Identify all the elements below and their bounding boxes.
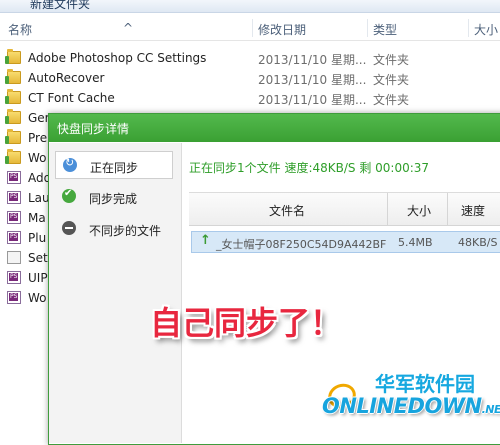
column-header-size[interactable]: 大小 xyxy=(474,21,498,38)
watermark-tld: .NET xyxy=(481,403,500,416)
sync-status-text: 正在同步1个文件 速度:48KB/S 剩 00:00:37 xyxy=(189,161,430,175)
column-header-filename[interactable]: 文件名 xyxy=(269,202,305,219)
new-folder-button[interactable]: 新建文件夹 xyxy=(30,0,90,12)
column-divider[interactable] xyxy=(468,19,469,37)
psp-file-icon xyxy=(7,271,21,284)
file-type: 文件夹 xyxy=(373,73,410,87)
list-item[interactable]: CT Font Cache 2013/11/10 星期... 文件夹 xyxy=(0,88,500,108)
column-divider[interactable] xyxy=(252,19,253,37)
nav-item-unsynced-files[interactable]: 不同步的文件 xyxy=(55,215,173,243)
list-item[interactable]: Adobe Photoshop CC Settings 2013/11/10 星期… xyxy=(0,48,500,68)
column-divider[interactable] xyxy=(367,19,368,37)
nav-item-label: 同步完成 xyxy=(89,192,138,206)
psp-file-icon xyxy=(7,291,21,304)
psp-file-icon xyxy=(7,171,21,184)
watermark-en-text: ONLINEDOWN xyxy=(322,394,482,418)
file-name: Adobe Photoshop CC Settings xyxy=(28,51,207,65)
file-name: Plu xyxy=(28,231,47,245)
check-icon xyxy=(62,188,76,203)
overlay-caption: 自己同步了！ xyxy=(150,304,343,342)
dialog-sidebar: 正在同步 同步完成 不同步的文件 xyxy=(49,143,182,443)
folder-icon xyxy=(5,89,21,104)
column-header-date[interactable]: 修改日期 xyxy=(258,21,306,38)
file-name: CT Font Cache xyxy=(28,91,115,105)
watermark-en: ONLINEDOWN.NET xyxy=(322,394,500,418)
file-name: Ma xyxy=(28,211,46,225)
explorer-toolbar: 新建文件夹 xyxy=(0,0,500,13)
upload-arrow-icon: ↑ xyxy=(200,233,211,248)
column-header-name[interactable]: 名称 xyxy=(8,21,32,38)
file-icon xyxy=(7,251,21,264)
folder-icon xyxy=(5,109,21,124)
dialog-titlebar[interactable]: 快盘同步详情 xyxy=(49,114,500,142)
psp-file-icon xyxy=(7,191,21,204)
file-name: UIP xyxy=(28,271,48,285)
nav-item-sync-complete[interactable]: 同步完成 xyxy=(55,183,173,211)
folder-icon xyxy=(5,69,21,84)
psp-file-icon xyxy=(7,231,21,244)
folder-icon xyxy=(5,129,21,144)
dialog-title: 快盘同步详情 xyxy=(57,122,130,136)
file-name: Lau xyxy=(28,191,50,205)
psp-file-icon xyxy=(7,211,21,224)
folder-icon xyxy=(5,149,21,164)
column-header-type[interactable]: 类型 xyxy=(373,21,397,38)
column-divider[interactable] xyxy=(447,193,448,225)
file-name: Set xyxy=(28,251,48,265)
file-type: 文件夹 xyxy=(373,53,410,67)
sort-chevron-icon: ^ xyxy=(123,21,134,35)
folder-icon xyxy=(5,49,21,64)
table-header: 文件名 大小 速度 xyxy=(189,193,500,226)
column-divider[interactable] xyxy=(387,193,388,225)
table-row[interactable]: ↑ _女士帽子08F250C54D9A442BF 5.4MB 48KB/S xyxy=(191,231,500,253)
column-header-size[interactable]: 大小 xyxy=(407,202,431,219)
nav-item-label: 不同步的文件 xyxy=(89,224,162,238)
sync-icon xyxy=(63,156,77,172)
row-filename: _女士帽子08F250C54D9A442BF xyxy=(216,238,387,251)
row-speed: 48KB/S xyxy=(458,236,498,249)
minus-icon xyxy=(62,221,76,235)
file-date: 2013/11/10 星期... xyxy=(258,93,367,107)
file-name: Ger xyxy=(28,111,50,125)
file-date: 2013/11/10 星期... xyxy=(258,53,367,67)
row-size: 5.4MB xyxy=(398,236,433,249)
file-name: Pre xyxy=(28,131,48,145)
file-list-header: 名称 ^ 修改日期 类型 大小 xyxy=(0,16,500,41)
watermark-cn: 华军软件园 xyxy=(375,372,475,396)
nav-item-label: 正在同步 xyxy=(90,161,139,175)
nav-item-syncing[interactable]: 正在同步 xyxy=(55,151,173,179)
file-name: Wo xyxy=(28,291,47,305)
file-type: 文件夹 xyxy=(373,93,410,107)
file-name: AutoRecover xyxy=(28,71,105,85)
list-item[interactable]: AutoRecover 2013/11/10 星期... 文件夹 xyxy=(0,68,500,88)
column-header-speed[interactable]: 速度 xyxy=(461,202,485,219)
file-date: 2013/11/10 星期... xyxy=(258,73,367,87)
file-name: Wo xyxy=(28,151,47,165)
